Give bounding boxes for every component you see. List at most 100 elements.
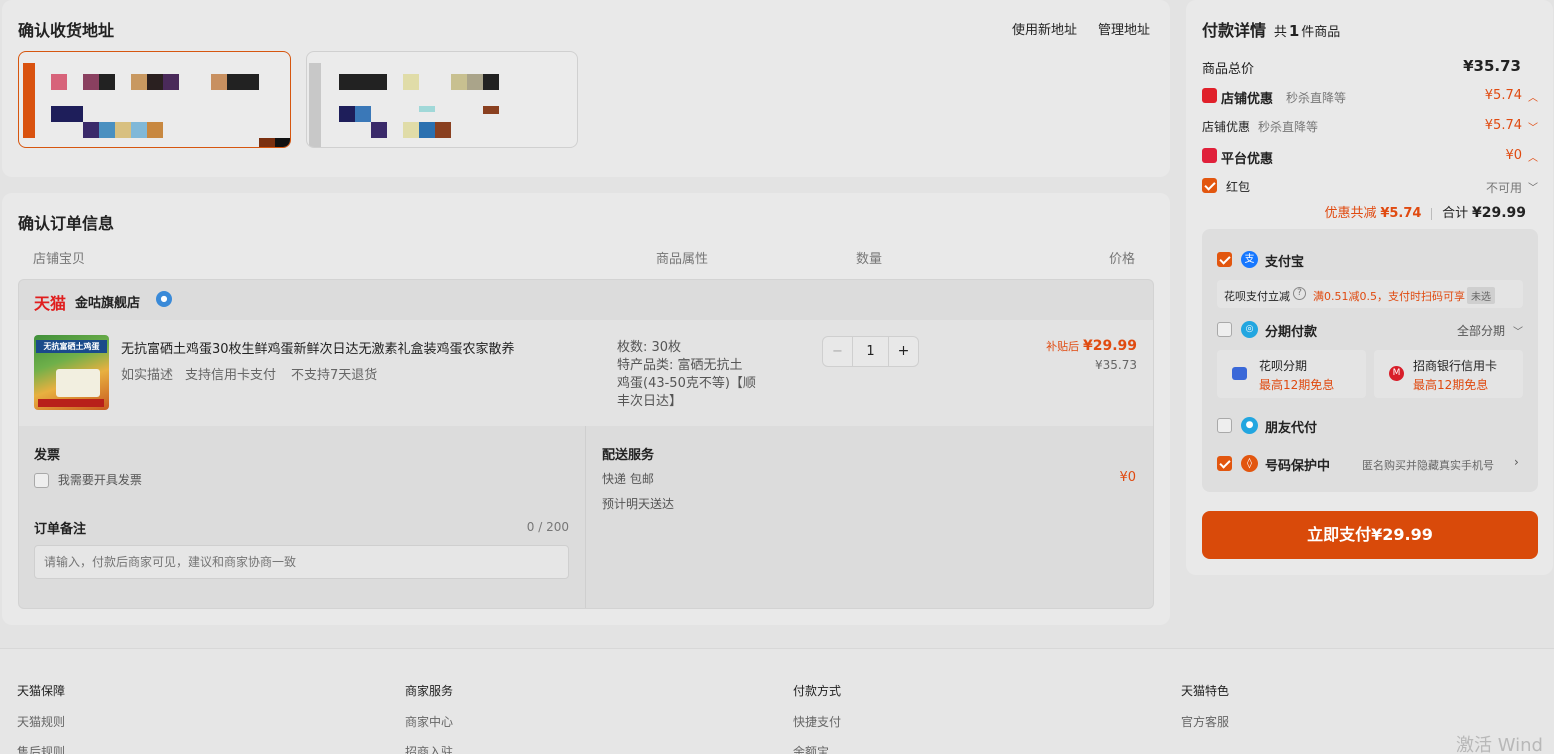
qty-increase-button[interactable]: + [888,337,918,366]
footer-link[interactable]: 商家中心 [405,713,453,730]
col-header-attrs: 商品属性 [656,252,709,267]
shield-icon: ◊ [1241,455,1258,472]
friend-pay-label: 朋友代付 [1265,421,1318,436]
new-address-link[interactable]: 使用新地址 [1012,19,1077,38]
shop-discount-row[interactable]: 店铺优惠 秒杀直降等 ¥5.74 ︿ [1202,87,1538,107]
order-card: 确认订单信息 店铺宝贝 商品属性 数量 价格 天猫 金咕旗舰店 ● 无抗富硒土鸡… [2,193,1170,625]
huabei-installment-label: 花呗分期 [1259,359,1308,373]
order-title: 确认订单信息 [18,214,115,233]
sum-label: 合计 [1442,206,1469,221]
item-attr-count: 枚数: 30枚 [617,340,682,355]
redpacket-checkbox[interactable] [1202,178,1217,193]
number-protect-label: 号码保护中 [1265,459,1331,474]
chevron-down-icon[interactable]: ﹀ [1513,323,1523,338]
footer-col-title: 商家服务 [405,684,454,698]
shop-discount-label: 店铺优惠 [1221,92,1274,107]
quantity-stepper: − 1 + [822,336,919,367]
huabei-promo-detail: 满0.51减0.5，支付时扫码可享 [1313,290,1465,303]
item-row: 无抗富硒土鸡蛋 无抗富硒土鸡蛋30枚生鲜鸡蛋新鲜次日达无激素礼盒装鸡蛋农家散养 … [19,320,1153,426]
alipay-option[interactable]: 支 支付宝 [1217,250,1523,270]
number-protect-checkbox[interactable] [1217,456,1232,471]
footer-link[interactable]: 招商入驻 [405,743,453,754]
saved-value: ¥5.74 [1380,206,1422,221]
shop-header: 天猫 金咕旗舰店 ● [19,280,1153,320]
platform-discount-value: ¥0 [1505,148,1522,163]
cmb-installment-card[interactable]: M 招商银行信用卡 最高12期免息 [1374,350,1523,398]
info-icon[interactable]: ? [1293,287,1306,300]
manage-address-link[interactable]: 管理地址 [1098,19,1150,38]
after-subsidy-label: 补贴后 [1046,340,1080,353]
installment-option[interactable]: ◎ 分期付款 全部分期 ﹀ [1217,320,1523,340]
redpacket-row[interactable]: 红包 不可用 ﹀ [1202,177,1538,195]
platform-discount-row[interactable]: 平台优惠 ¥0 ︿ [1202,147,1538,167]
footer-link[interactable]: 天猫规则 [17,713,65,730]
alipay-checkbox[interactable] [1217,252,1232,267]
footer-link[interactable]: 售后规则 [17,743,65,754]
huabei-installment-sub: 最高12期免息 [1259,378,1335,392]
redpacket-value: 不可用 [1485,181,1522,195]
invoice-checkbox[interactable] [34,473,49,488]
friend-pay-option[interactable]: ● 朋友代付 [1217,416,1523,436]
invoice-title: 发票 [34,448,61,463]
footer-col-title: 天猫保障 [17,684,66,698]
qty-value[interactable]: 1 [853,337,888,366]
friend-pay-checkbox[interactable] [1217,418,1232,433]
huabei-promo[interactable]: 花呗支付立减 ? 满0.51减0.5，支付时扫码可享 未选 [1217,280,1523,308]
footer-link[interactable]: 官方客服 [1181,713,1229,730]
address-title: 确认收货地址 [18,21,115,40]
installment-all[interactable]: 全部分期 [1457,322,1505,339]
chevron-right-icon[interactable]: › [1514,455,1519,469]
selected-marker [23,63,35,138]
cmb-installment-sub: 最高12期免息 [1413,378,1489,392]
installment-checkbox[interactable] [1217,322,1232,337]
remark-counter: 0 / 200 [526,520,569,534]
pay-now-button[interactable]: 立即支付¥29.99 [1202,511,1538,559]
payment-title: 付款详情 [1202,21,1267,40]
footer-link[interactable]: 余额宝 [793,743,841,754]
chevron-down-icon[interactable]: ﹀ [1528,179,1538,194]
footer-col: 天猫特色 官方客服 [1181,682,1229,730]
shop-discount-detail-sub: 秒杀直降等 [1258,120,1319,134]
installment-icon: ◎ [1241,321,1258,338]
chevron-down-icon[interactable]: ﹀ [1528,119,1538,134]
summary-row: 优惠共减 ¥5.74 合计 ¥29.99 [1202,202,1527,221]
shop-block: 天猫 金咕旗舰店 ● 无抗富硒土鸡蛋 无抗富硒土鸡蛋30枚生鲜鸡蛋新鲜次日达无激… [18,279,1154,609]
qty-decrease-button[interactable]: − [823,337,853,366]
installment-label: 分期付款 [1265,325,1318,340]
footer-col: 天猫保障 天猫规则 售后规则 [17,682,65,754]
address-option-selected[interactable] [18,51,291,148]
chevron-up-icon[interactable]: ︿ [1528,89,1538,104]
total-label: 商品总价 [1202,62,1255,77]
item-count-prefix: 共 [1273,25,1287,40]
shop-discount-detail-label: 店铺优惠 [1202,120,1251,134]
number-protect-option[interactable]: ◊ 号码保护中 匿名购买并隐藏真实手机号 › [1217,454,1523,474]
remark-input[interactable] [34,545,569,579]
item-tag: 如实描述 [121,368,174,383]
invoice-checkbox-row[interactable]: 我需要开具发票 [34,471,142,488]
chevron-up-icon[interactable]: ︿ [1528,149,1538,164]
number-protect-sub: 匿名购买并隐藏真实手机号 [1362,459,1494,472]
chat-icon[interactable]: ● [156,291,172,307]
invoice-section: 发票 我需要开具发票 订单备注 0 / 200 [19,426,586,608]
delivery-title: 配送服务 [602,448,655,463]
shop-name[interactable]: 金咕旗舰店 [75,292,140,311]
col-header-item: 店铺宝贝 [33,252,86,267]
item-title[interactable]: 无抗富硒土鸡蛋30枚生鲜鸡蛋新鲜次日达无激素礼盒装鸡蛋农家散养 [121,338,515,357]
original-price: ¥35.73 [1095,358,1137,372]
sum-value: ¥29.99 [1471,205,1526,221]
footer-col: 商家服务 商家中心 招商入驻 [405,682,453,754]
after-subsidy-price: ¥29.99 [1082,338,1137,354]
alipay-icon: 支 [1241,251,1258,268]
huabei-installment-card[interactable]: 花呗分期 最高12期免息 [1217,350,1366,398]
huabei-promo-badge: 未选 [1467,287,1495,304]
shop-discount-detail-row[interactable]: 店铺优惠 秒杀直降等 ¥5.74 ﹀ [1202,117,1538,135]
address-card: 确认收货地址 使用新地址 管理地址 [2,0,1170,177]
item-count-suffix: 件商品 [1301,25,1341,40]
address-option[interactable] [306,51,578,148]
total-value: ¥35.73 [1463,57,1521,75]
item-thumbnail[interactable]: 无抗富硒土鸡蛋 [34,335,109,410]
platform-discount-icon [1202,148,1217,163]
footer-link[interactable]: 快捷支付 [793,713,841,730]
cmb-bank-icon: M [1389,366,1404,381]
delivery-method: 快递 包邮 [602,472,654,486]
